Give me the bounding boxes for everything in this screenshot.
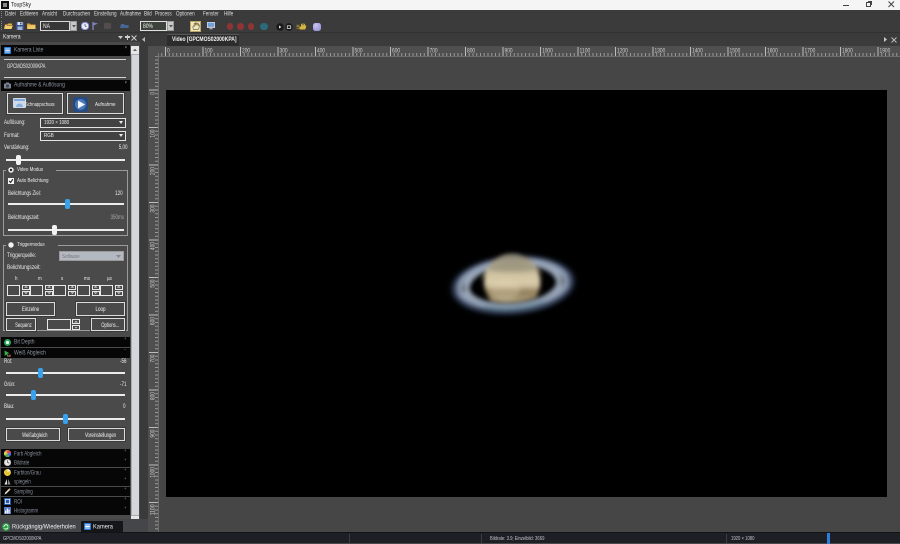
svg-text:400: 400 <box>317 49 326 55</box>
svg-text:700: 700 <box>151 354 157 363</box>
svg-text:1700: 1700 <box>805 49 816 55</box>
svg-text:900: 900 <box>505 49 514 55</box>
svg-text:900: 900 <box>151 429 157 438</box>
svg-text:600: 600 <box>392 49 401 55</box>
svg-text:1100: 1100 <box>580 49 591 55</box>
svg-text:1600: 1600 <box>767 49 778 55</box>
svg-text:1900: 1900 <box>880 49 891 55</box>
svg-text:800: 800 <box>151 391 157 400</box>
svg-text:1000: 1000 <box>151 466 157 477</box>
svg-text:200: 200 <box>242 49 251 55</box>
svg-text:0: 0 <box>151 91 157 94</box>
svg-text:1400: 1400 <box>692 49 703 55</box>
svg-text:600: 600 <box>151 316 157 325</box>
svg-text:800: 800 <box>467 49 476 55</box>
svg-text:200: 200 <box>151 166 157 175</box>
svg-text:500: 500 <box>151 279 157 288</box>
svg-text:1000: 1000 <box>542 49 553 55</box>
svg-text:1200: 1200 <box>617 49 628 55</box>
svg-text:500: 500 <box>355 49 364 55</box>
svg-text:700: 700 <box>430 49 439 55</box>
svg-text:1500: 1500 <box>730 49 741 55</box>
svg-text:1100: 1100 <box>151 504 157 515</box>
svg-text:100: 100 <box>205 49 214 55</box>
svg-text:100: 100 <box>151 129 157 138</box>
svg-text:1300: 1300 <box>655 49 666 55</box>
svg-text:300: 300 <box>280 49 289 55</box>
svg-text:1800: 1800 <box>842 49 853 55</box>
svg-text:300: 300 <box>151 204 157 213</box>
svg-text:400: 400 <box>151 241 157 250</box>
